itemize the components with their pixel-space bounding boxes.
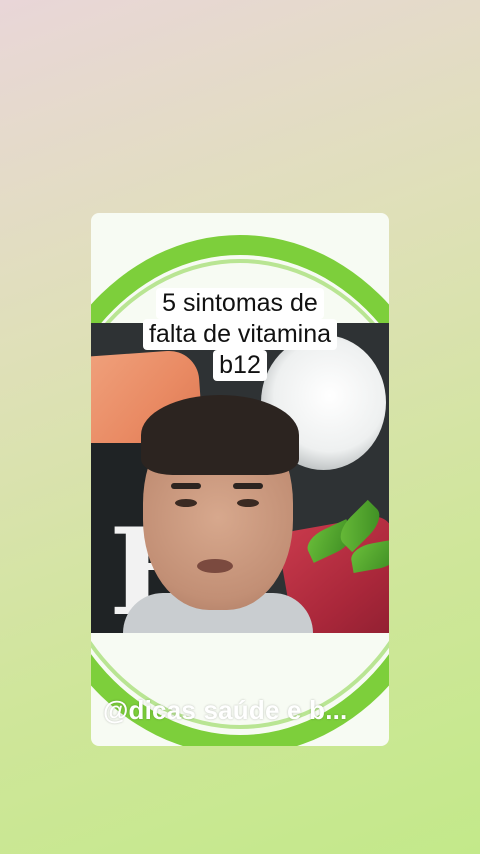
presenter-eye [237,499,259,507]
presenter-brow [171,483,201,489]
video-card[interactable]: B 5 sintomas de falta de vitamina b12 @d… [91,213,389,746]
presenter-hair [141,395,299,475]
caption-line-2: falta de vitamina [142,319,338,350]
caption-line-3: b12 [213,350,267,381]
presenter-brow [233,483,263,489]
presenter-eye [175,499,197,507]
caption-line-1: 5 sintomas de [156,288,324,319]
presenter-mouth [197,559,233,573]
author-handle[interactable]: @dicas saúde e b... [103,695,347,726]
video-caption: 5 sintomas de falta de vitamina b12 [91,288,389,381]
